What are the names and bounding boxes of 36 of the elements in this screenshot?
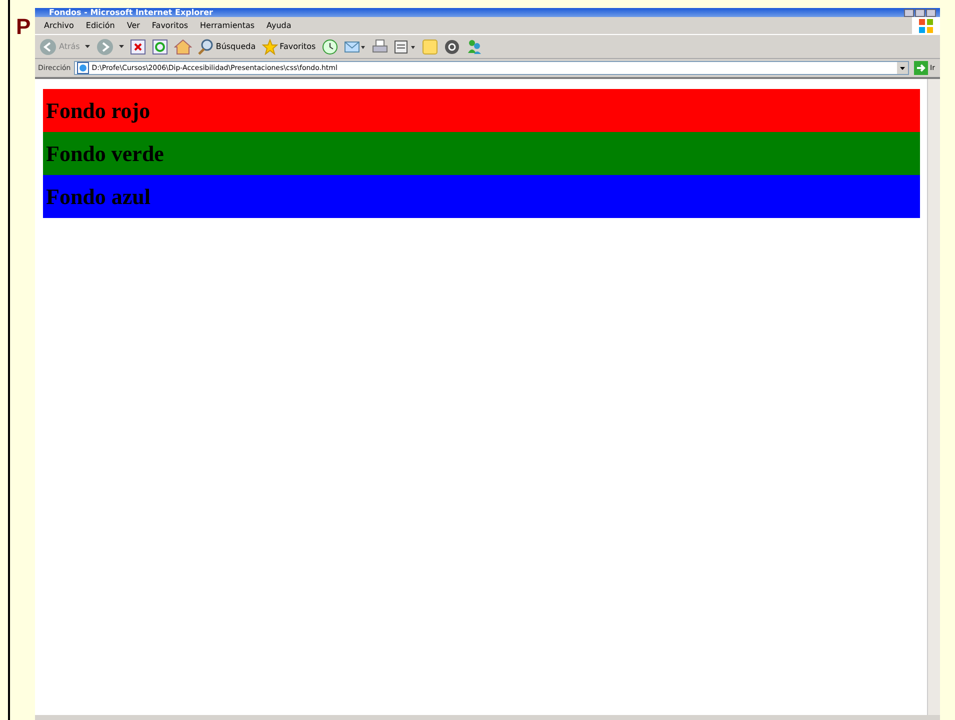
clock-icon[interactable]: [322, 38, 338, 54]
close-button[interactable]: [926, 9, 936, 17]
refresh-icon[interactable]: [152, 38, 168, 54]
colored-heading: Fondo verde: [43, 132, 920, 175]
menu-item[interactable]: Archivo: [39, 21, 79, 30]
house-icon[interactable]: [174, 38, 192, 54]
colored-heading: Fondo azul: [43, 175, 920, 218]
printer-icon[interactable]: [372, 38, 388, 54]
menu-item[interactable]: Ayuda: [262, 21, 296, 30]
caret-icon: [118, 45, 124, 48]
minimize-button[interactable]: [904, 9, 914, 17]
menu-item[interactable]: Edición: [80, 21, 120, 30]
slide-title: P: [16, 14, 31, 40]
people-icon[interactable]: [466, 38, 482, 54]
scrollbar[interactable]: [927, 79, 940, 715]
caret-icon: [900, 66, 906, 70]
menu-item[interactable]: Favoritos: [146, 21, 194, 30]
favorites-button[interactable]: Favoritos: [262, 38, 316, 54]
colored-heading: Fondo rojo: [43, 89, 920, 132]
dropdown-button[interactable]: [897, 62, 908, 74]
page-icon: [76, 62, 89, 74]
caret-icon: [84, 45, 90, 48]
maximize-button[interactable]: [915, 9, 925, 17]
arrow-right-icon: [96, 38, 114, 56]
stop-icon[interactable]: [130, 38, 146, 54]
star-icon: [262, 38, 278, 54]
document-icon[interactable]: [394, 38, 416, 54]
menu-item[interactable]: Ver: [122, 21, 145, 30]
forward-button[interactable]: [96, 38, 124, 56]
mail-icon[interactable]: [344, 38, 366, 54]
search-icon: [198, 38, 214, 54]
circle-icon[interactable]: [444, 38, 460, 54]
menu-item[interactable]: Herramientas: [195, 21, 260, 30]
search-button[interactable]: Búsqueda: [198, 38, 256, 54]
arrow-left-icon: [39, 38, 57, 56]
window-title: Fondos - Microsoft Internet Explorer: [48, 8, 213, 17]
